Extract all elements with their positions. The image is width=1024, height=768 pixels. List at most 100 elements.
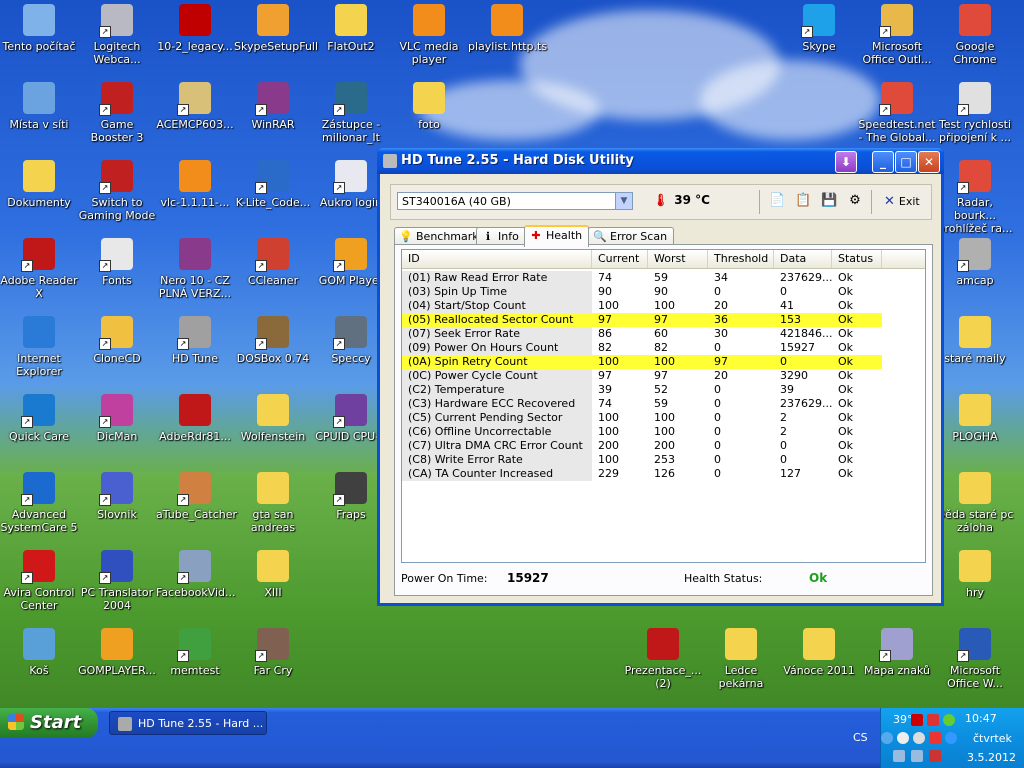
table-row[interactable]: (01) Raw Read Error Rate 74 59 34 237629... O… (402, 271, 882, 285)
download-icon[interactable]: ⬇ (835, 151, 857, 173)
chevron-down-icon[interactable]: ▼ (615, 193, 632, 209)
desktop-icon-acemcp[interactable]: ACEMCP603... (156, 82, 234, 131)
table-row[interactable]: (07) Seek Error Rate 86 60 30 421846... Ok (402, 327, 882, 341)
column-header-worst[interactable]: Worst (648, 250, 708, 268)
update-icon[interactable] (943, 714, 955, 726)
desktop-icon-game-booster[interactable]: Game Booster 3 (78, 82, 156, 144)
desktop-icon-gta[interactable]: gta san andreas (234, 472, 312, 534)
column-header-status[interactable]: Status (832, 250, 882, 268)
desktop-icon-outlook[interactable]: Microsoft Office Outl... (858, 4, 936, 66)
desktop-icon-speedtest[interactable]: Speedtest.net - The Global... (858, 82, 936, 144)
table-row[interactable]: (C8) Write Error Rate 100 253 0 0 Ok (402, 453, 882, 467)
close-button[interactable]: ✕ (918, 151, 940, 173)
table-row[interactable]: (03) Spin Up Time 90 90 0 0 Ok (402, 285, 882, 299)
tab-benchmark[interactable]: 💡 Benchmark (394, 227, 486, 245)
exit-button[interactable]: ✕ Exit (884, 194, 920, 209)
save-icon[interactable]: 💾 (821, 193, 837, 209)
minimize-button[interactable]: _ (872, 151, 894, 173)
gaming-icon[interactable] (929, 732, 941, 744)
column-header-current[interactable]: Current (592, 250, 648, 268)
options-icon[interactable]: ⚙ (847, 193, 863, 209)
desktop-icon-advanced-systemcare[interactable]: Advanced SystemCare 5 (0, 472, 78, 534)
network-icon[interactable] (893, 750, 905, 762)
language-indicator[interactable]: CS (853, 731, 868, 744)
cc-icon[interactable] (897, 732, 909, 744)
table-row[interactable]: (C6) Offline Uncorrectable 100 100 0 2 Ok (402, 425, 882, 439)
desktop-icon-zastupce[interactable]: Zástupce - milionar_It (312, 82, 390, 144)
desktop-icon-hry[interactable]: hry (936, 550, 1014, 599)
start-button[interactable]: Start (0, 708, 98, 738)
expand-tray-icon[interactable] (881, 732, 893, 744)
asc-icon[interactable] (945, 732, 957, 744)
desktop-icon-quick-care[interactable]: Quick Care (0, 394, 78, 443)
desktop-icon-switch-gaming[interactable]: Switch to Gaming Mode (78, 160, 156, 222)
desktop-icon-memtest[interactable]: memtest (156, 628, 234, 677)
tab-info[interactable]: ℹ Info (476, 227, 526, 245)
desktop-icon-atube[interactable]: aTube_Catcher (156, 472, 237, 521)
desktop-icon-logitech[interactable]: Logitech Webca... (78, 4, 156, 66)
ati-icon[interactable] (911, 714, 923, 726)
desktop-icon-nero[interactable]: Nero 10 - CZ PLNÁ VERZ... (156, 238, 234, 300)
desktop-icon-mapa-znaku[interactable]: Mapa znaků (858, 628, 936, 677)
desktop-icon-wolfenstein[interactable]: Wolfenstein (234, 394, 312, 443)
desktop-icon-farcry[interactable]: Far Cry (234, 628, 312, 677)
table-row[interactable]: (C3) Hardware ECC Recovered 74 59 0 237629..… (402, 397, 882, 411)
volume-icon[interactable] (911, 750, 923, 762)
copy-icon[interactable]: 📄 (769, 193, 785, 209)
desktop-icon-test-rychlosti[interactable]: Test rychlosti připojení k ... (936, 82, 1014, 144)
column-header-threshold[interactable]: Threshold (708, 250, 774, 268)
desktop-icon-gomplayer[interactable]: GOMPLAYER... (78, 628, 156, 677)
desktop-icon-pc-translator[interactable]: PC Translator 2004 (78, 550, 156, 612)
desktop-icon-mista-v-siti[interactable]: Místa v síti (0, 82, 78, 131)
desktop-icon-prezentace[interactable]: Prezentace_... (2) (624, 628, 702, 690)
desktop-icon-radar[interactable]: Radar, bourk... prohlížeč ra... (936, 160, 1014, 235)
desktop-icon-playlist[interactable]: playlist.http.ts (468, 4, 547, 53)
desktop-icon-avira[interactable]: Avira Control Center (0, 550, 78, 612)
desktop-icon-vlc-installer[interactable]: vlc-1.1.11-... (156, 160, 234, 209)
table-row[interactable]: (C7) Ultra DMA CRC Error Count 200 200 0 0 Ok (402, 439, 882, 453)
column-header-data[interactable]: Data (774, 250, 832, 268)
desktop-icon-skype[interactable]: Skype (780, 4, 858, 53)
desktop-icon-ms-word[interactable]: Microsoft Office W... (936, 628, 1014, 690)
table-row[interactable]: (CA) TA Counter Increased 229 126 0 127 Ok (402, 467, 882, 481)
table-row[interactable]: (09) Power On Hours Count 82 82 0 15927 Ok (402, 341, 882, 355)
desktop-icon-adobe-reader[interactable]: Adobe Reader X (0, 238, 78, 300)
desktop-icon-deda[interactable]: Děda staré pc záloha (936, 472, 1014, 534)
maximize-button[interactable]: □ (895, 151, 917, 173)
desktop-icon-kos[interactable]: Koš (0, 628, 78, 677)
desktop-icon-facebookvid[interactable]: FacebookVid... (156, 550, 236, 599)
desktop-icon-ie[interactable]: Internet Explorer (0, 316, 78, 378)
desktop-icon-dicman[interactable]: DicMan (78, 394, 156, 443)
desktop-icon-winrar[interactable]: WinRAR (234, 82, 312, 131)
desktop-icon-hdtune[interactable]: HD Tune (156, 316, 234, 365)
desktop-icon-stare-maily[interactable]: staré maily (936, 316, 1014, 365)
desktop-icon-ccleaner[interactable]: CCleaner (234, 238, 312, 287)
tab-error-scan[interactable]: 🔍 Error Scan (588, 227, 675, 245)
desktop-icon-fonts[interactable]: Fonts (78, 238, 156, 287)
desktop-icon-slovnik[interactable]: Slovnik (78, 472, 156, 521)
desktop-icon-dokumenty[interactable]: Dokumenty (0, 160, 78, 209)
desktop-icon-adberdr[interactable]: AdbeRdr81... (156, 394, 234, 443)
desktop-icon-dosbox[interactable]: DOSBox 0.74 (234, 316, 312, 365)
table-row[interactable]: (04) Start/Stop Count 100 100 20 41 Ok (402, 299, 882, 313)
desktop-icon-foto[interactable]: foto (390, 82, 468, 131)
tray-temperature[interactable]: 39° (893, 713, 913, 726)
desktop-icon-vanoce[interactable]: Vánoce 2011 (780, 628, 858, 677)
clock-time[interactable]: 10:47 (965, 712, 997, 725)
table-row[interactable]: (05) Reallocated Sector Count 97 97 36 153 Ok (402, 313, 882, 327)
desktop-icon-flatout2[interactable]: FlatOut2 (312, 4, 390, 53)
copy-all-icon[interactable]: 📋 (795, 193, 811, 209)
drive-select[interactable]: ST340016A (40 GB) ▼ (397, 192, 633, 210)
desktop-icon-plogha[interactable]: PLOGHA (936, 394, 1014, 443)
disc-icon[interactable] (913, 732, 925, 744)
tab-health[interactable]: ✚ Health (524, 225, 590, 247)
desktop-icon-chrome[interactable]: Google Chrome (936, 4, 1014, 66)
desktop-icon-vlc[interactable]: VLC media player (390, 4, 468, 66)
desktop-icon-amcap[interactable]: amcap (936, 238, 1014, 287)
table-row[interactable]: (C2) Temperature 39 52 0 39 Ok (402, 383, 882, 397)
desktop-icon-tento-pocitac[interactable]: Tento počítač (0, 4, 78, 53)
avira-icon[interactable] (927, 714, 939, 726)
desktop-icon-ledce[interactable]: Ledce pekárna (702, 628, 780, 690)
desktop-icon-xiii[interactable]: XIII (234, 550, 312, 599)
desktop-icon-klite[interactable]: K-Lite_Code... (234, 160, 312, 209)
